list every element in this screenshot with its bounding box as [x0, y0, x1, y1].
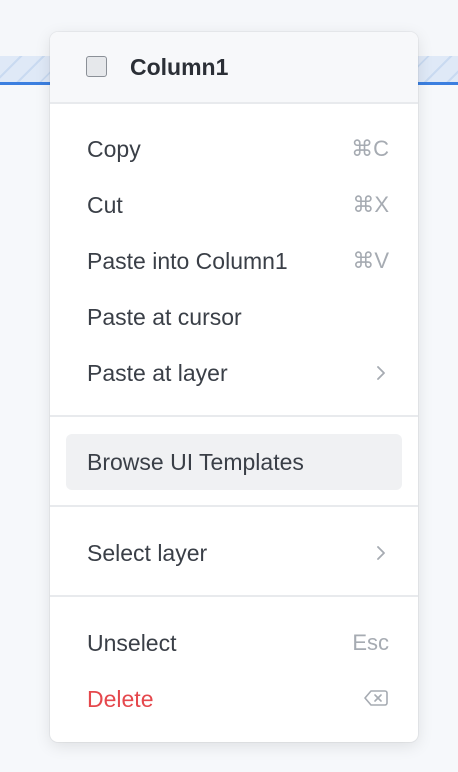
shortcut-label: ⌘C: [351, 136, 389, 161]
chevron-right-icon: [377, 546, 385, 560]
menu-item-paste-at-layer[interactable]: Paste at layer: [66, 348, 402, 396]
menu-item-select-layer[interactable]: Select layer: [66, 528, 402, 576]
divider: [50, 102, 418, 104]
divider: [50, 415, 418, 417]
menu-item-copy[interactable]: Copy ⌘C: [66, 124, 402, 172]
divider: [50, 505, 418, 507]
shortcut-label: ⌘X: [352, 192, 389, 217]
layer-name: Column1: [130, 54, 229, 80]
backspace-icon: [364, 690, 388, 706]
menu-item-cut[interactable]: Cut ⌘X: [66, 180, 402, 228]
menu-item-label: Copy: [87, 136, 141, 162]
shortcut-label: ⌘V: [352, 248, 389, 273]
menu-item-unselect[interactable]: Unselect Esc: [66, 618, 402, 666]
menu-item-label: Browse UI Templates: [87, 449, 304, 475]
context-menu: Column1 Copy ⌘C Cut ⌘X Paste into Column…: [50, 32, 418, 742]
menu-item-delete[interactable]: Delete: [66, 674, 402, 722]
menu-item-paste-into[interactable]: Paste into Column1 ⌘V: [66, 236, 402, 284]
chevron-right-icon: [377, 366, 385, 380]
menu-header: Column1: [50, 32, 418, 102]
menu-item-label: Delete: [87, 686, 154, 712]
menu-item-paste-at-cursor[interactable]: Paste at cursor: [66, 292, 402, 340]
menu-item-label: Paste into Column1: [87, 248, 288, 274]
menu-item-label: Unselect: [87, 630, 177, 656]
menu-item-browse-ui-templates[interactable]: Browse UI Templates: [66, 434, 402, 490]
menu-item-label: Cut: [87, 192, 123, 218]
divider: [50, 595, 418, 597]
menu-item-label: Paste at layer: [87, 360, 228, 386]
menu-item-label: Paste at cursor: [87, 304, 242, 330]
checkbox-icon[interactable]: [86, 56, 107, 77]
shortcut-label: Esc: [352, 630, 389, 655]
menu-item-label: Select layer: [87, 540, 208, 566]
